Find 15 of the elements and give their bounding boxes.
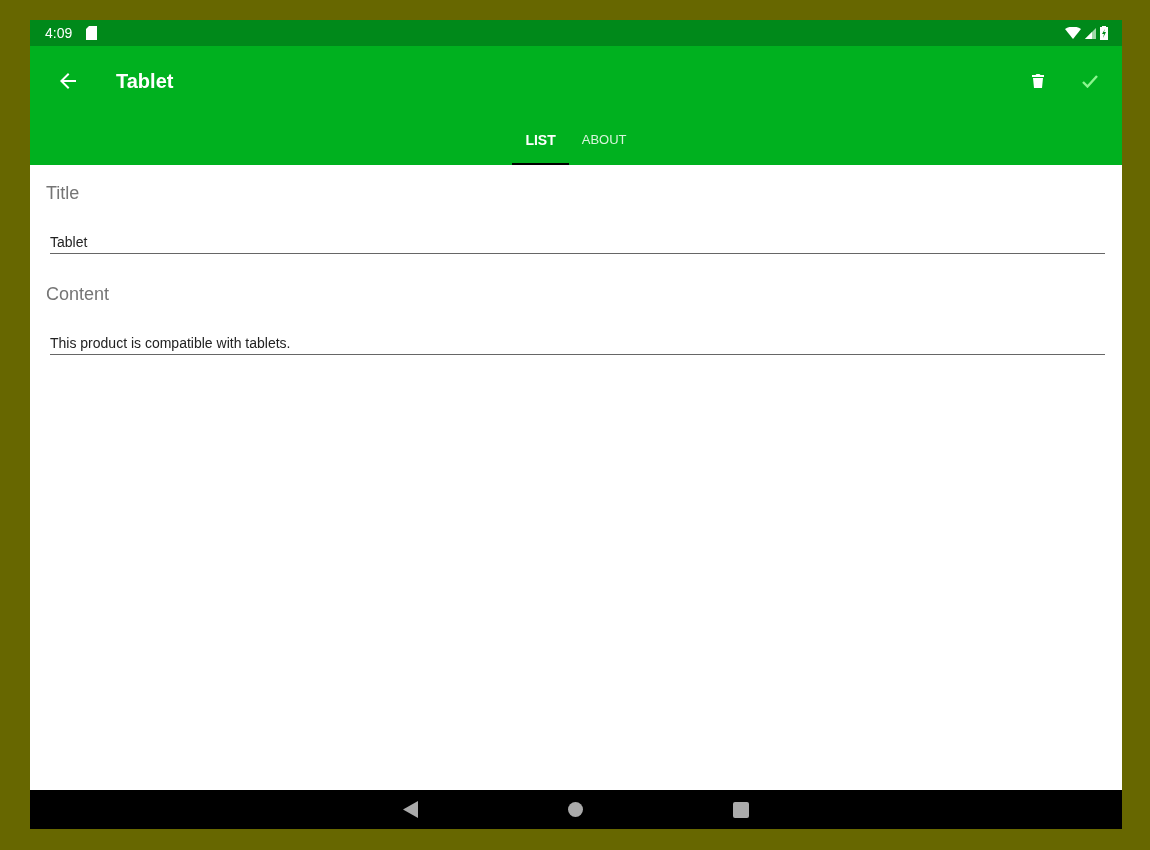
toolbar-title: Tablet [116, 69, 174, 93]
field-label: Title [46, 183, 81, 204]
status-time: 4:09 [45, 25, 73, 41]
input-field[interactable]: Tablet [50, 234, 1105, 254]
trash-icon [1032, 74, 1044, 88]
signal-icon [1085, 27, 1096, 39]
recents-square-icon[interactable] [733, 801, 749, 818]
home-circle-icon[interactable] [568, 802, 583, 817]
wifi-icon [1065, 27, 1081, 39]
battery-icon [1100, 26, 1108, 40]
checkmark-icon [1082, 74, 1098, 88]
back-triangle-icon[interactable] [403, 801, 418, 818]
input-field[interactable]: This product is compatible with tablets. [50, 335, 1105, 355]
sd-card-icon [86, 26, 98, 40]
field-label: Content [46, 284, 111, 305]
